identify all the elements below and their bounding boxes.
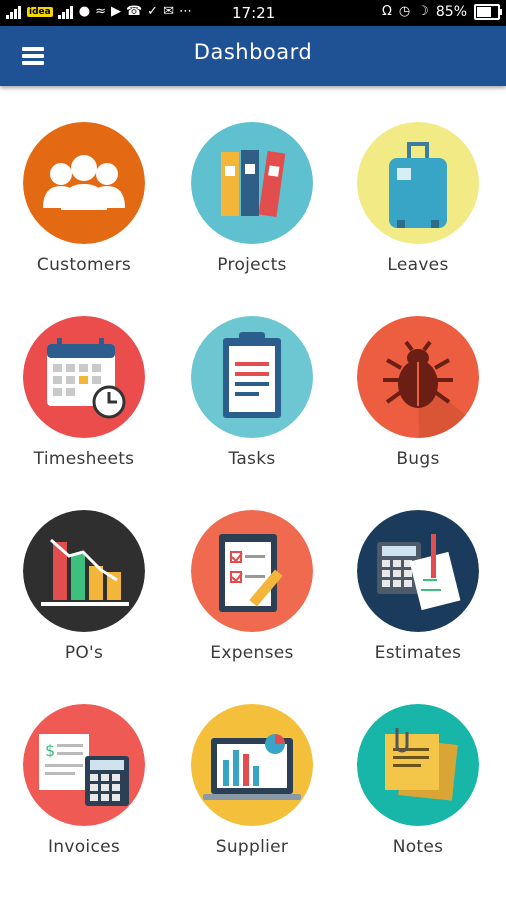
more-icon: ⋯ (178, 4, 192, 19)
tile-leaves[interactable]: Leaves (334, 122, 502, 292)
carrier-badge: idea (27, 7, 53, 17)
expenses-icon (191, 510, 313, 632)
signal-icon (6, 5, 22, 19)
headset-icon: Ω (381, 4, 392, 19)
signal-icon (57, 5, 74, 19)
tile-label: Leaves (387, 255, 449, 275)
status-time: 17:21 (232, 4, 276, 22)
tile-estimates[interactable]: Estimates (334, 510, 502, 680)
tile-label: Estimates (374, 643, 462, 663)
app-notification-icon: ● (78, 4, 91, 19)
battery-percent: 85% (435, 4, 467, 20)
moon-icon: ☽ (417, 4, 429, 19)
tile-notes[interactable]: Notes (334, 704, 502, 874)
status-left: idea ● ≈ ▶ ☎ ✓ ✉ ⋯ (6, 4, 192, 20)
mail-icon: ✉ (163, 4, 174, 19)
play-icon: ▶ (110, 4, 121, 19)
tile-projects[interactable]: Projects (168, 122, 336, 292)
bugs-icon (357, 316, 479, 438)
tile-label: Notes (392, 837, 444, 857)
invoices-icon: $ (23, 704, 145, 826)
supplier-icon (191, 704, 313, 826)
page-title: Dashboard (193, 40, 313, 64)
tile-label: Projects (217, 255, 287, 275)
customers-icon (23, 122, 145, 244)
projects-icon (191, 122, 313, 244)
estimates-icon (357, 510, 479, 632)
alarm-icon: ◷ (398, 4, 411, 19)
check-icon: ✓ (147, 4, 159, 19)
timesheets-icon (23, 316, 145, 438)
tile-timesheets[interactable]: Timesheets (0, 316, 168, 486)
tile-label: PO's (64, 643, 104, 663)
tile-expenses[interactable]: Expenses (168, 510, 336, 680)
pos-icon (23, 510, 145, 632)
status-bar: idea ● ≈ ▶ ☎ ✓ ✉ ⋯ 17:21 Ω ◷ ☽ 85% (0, 0, 506, 26)
wifi-icon: ≈ (95, 4, 106, 19)
status-right: Ω ◷ ☽ 85% (381, 4, 502, 20)
tile-label: Customers (36, 255, 132, 275)
tile-label: Supplier (215, 837, 289, 857)
tile-label: Timesheets (33, 449, 135, 469)
tile-label: Invoices (47, 837, 121, 857)
phone-icon: ☎ (125, 4, 143, 19)
tile-label: Bugs (396, 449, 440, 469)
tile-customers[interactable]: Customers (0, 122, 168, 292)
tile-bugs[interactable]: Bugs (334, 316, 502, 486)
svg-text:$: $ (45, 741, 55, 760)
tile-label: Expenses (210, 643, 294, 663)
tile-supplier[interactable]: Supplier (168, 704, 336, 874)
tile-invoices[interactable]: $ Invoices (0, 704, 168, 874)
tile-tasks[interactable]: Tasks (168, 316, 336, 486)
leaves-icon (357, 122, 479, 244)
battery-icon (474, 4, 502, 20)
app-bar: Dashboard (0, 26, 506, 86)
notes-icon (357, 704, 479, 826)
tile-label: Tasks (228, 449, 276, 469)
tasks-icon (191, 316, 313, 438)
tile-pos[interactable]: PO's (0, 510, 168, 680)
